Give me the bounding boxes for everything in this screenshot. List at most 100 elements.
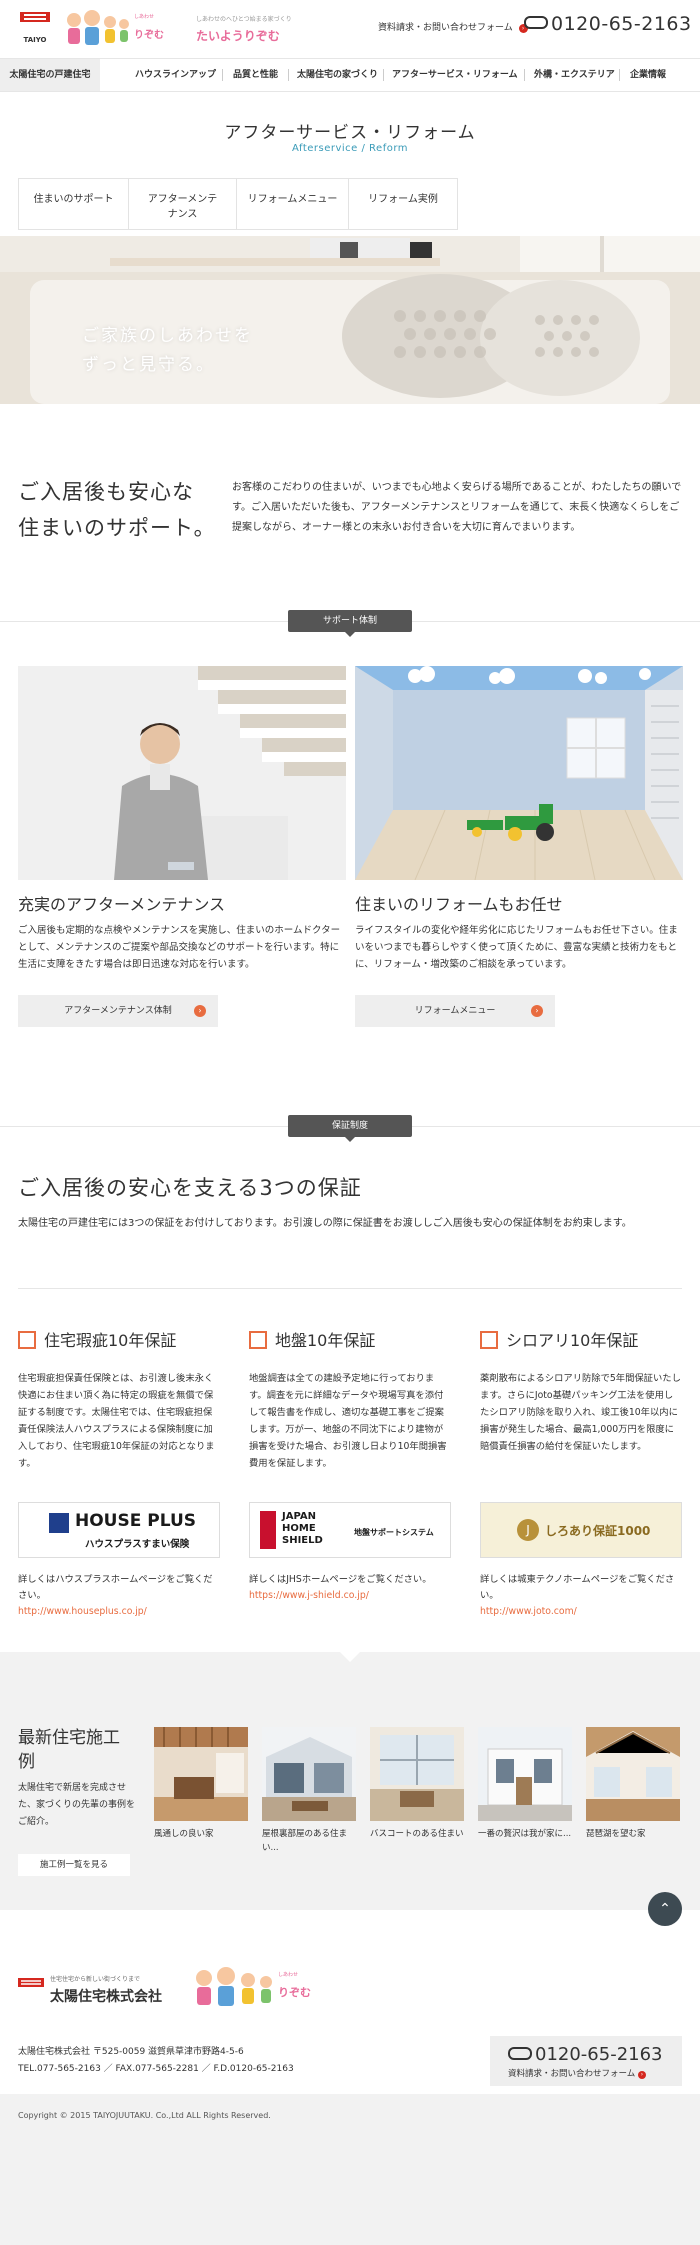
header-phone[interactable]: 0120-65-2163: [524, 13, 692, 35]
footer-mascots: しあわせ りぞむ: [190, 1962, 350, 2012]
inquiry-link-label: 資料請求・お問い合わせフォーム: [378, 23, 513, 33]
brand-badge: しあわせのへひとつ始まる家づくり たいようりぞむ: [196, 14, 316, 48]
gnav-item-exterior[interactable]: 外構・エクステリア: [534, 59, 615, 91]
footer-logo[interactable]: 住宅住宅から新しい街づくりまで 太陽住宅株式会社: [18, 1972, 168, 2008]
hero-copy: ご家族のしあわせを ずっと見守る。: [82, 322, 253, 380]
gnav-item-quality[interactable]: 品質と性能: [233, 59, 278, 91]
works-photo: [586, 1727, 680, 1821]
header-phone-number: 0120-65-2163: [551, 13, 692, 35]
warranty-heading: ご入居後の安心を支える3つの保証: [18, 1176, 362, 1200]
houseplus-banner-main: HOUSE PLUS: [75, 1511, 196, 1531]
jhs-banner[interactable]: JAPAN HOME SHIELD 地盤サポートシステム: [249, 1502, 451, 1558]
jhs-banner-main: JAPAN HOME SHIELD: [282, 1511, 323, 1546]
warranty-item-termite: シロアリ10年保証 薬剤散布によるシロアリ防除で5年間保証いたします。さらにJo…: [480, 1330, 682, 1620]
maintenance-body: ご入居後も定期的な点検やメンテナンスを実施し、住まいのホームドクターとして、メン…: [18, 925, 341, 970]
footer-phone-number: 0120-65-2163: [535, 2044, 663, 2065]
works-photo: [262, 1727, 356, 1821]
maintenance-title: 充実のアフターメンテナンス: [18, 895, 226, 914]
works-item[interactable]: バスコートのある住まい: [370, 1727, 464, 1841]
warranty-body: 太陽住宅の戸建住宅には3つの保証をお付けしております。お引渡しの際に保証書をお渡…: [18, 1218, 632, 1229]
works-list-button[interactable]: 施工例一覧を見る: [18, 1854, 130, 1876]
warranty-item-ground: 地盤10年保証 地盤調査は全ての建設予定地に行っております。調査を元に詳細なデー…: [249, 1330, 451, 1604]
intro-body: お客様のこだわりの住まいが、いつまでも心地よく安らげる場所であることが、わたした…: [232, 482, 682, 533]
arrow-right-icon: ›: [637, 2071, 646, 2079]
works-item[interactable]: 屋根裏部屋のある住まい...: [262, 1727, 356, 1855]
reform-menu-button-label: リフォームメニュー: [414, 1006, 496, 1016]
reform-menu-button[interactable]: リフォームメニュー ›: [355, 995, 555, 1027]
footer-inquiry-label: 資料請求・お問い合わせフォーム: [508, 2069, 636, 2079]
gnav-divider: [619, 69, 620, 81]
footer-address-line-2: TEL.077-565-2163 ／ FAX.077-565-2281 ／ F.…: [18, 2064, 294, 2074]
section-notch: [340, 1652, 360, 1662]
warranty-item-detail: 詳しくはJHSホームページをご覧ください。: [249, 1574, 432, 1585]
intro-heading-line-2: 住まいのサポート。: [18, 516, 216, 540]
houseplus-link[interactable]: http://www.houseplus.co.jp/: [18, 1604, 220, 1620]
local-nav-maintenance[interactable]: アフターメンテナンス: [129, 179, 237, 229]
gnav-item-afterservice[interactable]: アフターサービス・リフォーム: [392, 59, 518, 91]
gnav-divider: [288, 69, 289, 81]
gnav-divider: [524, 69, 525, 81]
warranty-item-title: シロアリ10年保証: [480, 1330, 682, 1354]
warranty-item-body: 住宅瑕疵担保責任保険とは、お引渡し後末永く快適にお住まい頂く為に特定の瑕疵を無償…: [18, 1373, 215, 1469]
maintenance-button[interactable]: アフターメンテナンス体制 ›: [18, 995, 218, 1027]
support-label: サポート体制: [288, 610, 412, 637]
footer-company-tag: 住宅住宅から新しい街づくりまで: [50, 1976, 141, 1983]
inquiry-link[interactable]: 資料請求・お問い合わせフォーム ›: [378, 20, 528, 33]
gnav-current[interactable]: 太陽住宅の戸建住宅: [0, 59, 100, 91]
hero-line-1: ご家族のしあわせを: [82, 326, 253, 346]
checkbox-square-icon: [18, 1330, 36, 1349]
local-nav-support[interactable]: 住まいのサポート: [19, 179, 129, 229]
works-item[interactable]: 一番の贅沢は我が家に...: [478, 1727, 572, 1841]
intro-heading-line-1: ご入居後も安心な: [18, 480, 194, 504]
warranty-title-text: 地盤10年保証: [275, 1331, 376, 1350]
joto-logo-icon: J: [517, 1519, 539, 1541]
back-to-top-button[interactable]: ⌃: [648, 1892, 682, 1926]
footer-company-name: 太陽住宅株式会社: [50, 1989, 162, 2005]
joto-banner[interactable]: J しろあり保証1000: [480, 1502, 682, 1558]
section-divider: [18, 1288, 682, 1289]
copyright-text: Copyright © 2015 TAIYOJUUTAKU. Co.,Ltd A…: [18, 2111, 271, 2120]
gnav-item-lineup[interactable]: ハウスラインアップ: [135, 59, 216, 91]
logo-text: TAIYO: [23, 36, 47, 44]
warranty-title-text: 住宅瑕疵10年保証: [44, 1331, 177, 1350]
jhs-banner-sub: 地盤サポートシステム: [354, 1528, 434, 1537]
joto-banner-main: しろあり保証1000: [545, 1524, 651, 1538]
free-dial-icon: [524, 16, 548, 29]
local-nav-reform-cases[interactable]: リフォーム実例: [349, 179, 457, 229]
intro-heading: ご入居後も安心な 住まいのサポート。: [18, 474, 216, 546]
chevron-up-icon: ⌃: [659, 1901, 671, 1917]
warranty-item-body: 薬剤散布によるシロアリ防除で5年間保証いたします。さらにJoto基礎パッキング工…: [480, 1373, 681, 1452]
house-icon: [49, 1513, 69, 1533]
warranty-title-text: シロアリ10年保証: [506, 1331, 639, 1350]
brand-name: たいようりぞむ: [196, 29, 280, 43]
works-caption: バスコートのある住まい: [370, 1829, 464, 1839]
warranty-item-defect: 住宅瑕疵10年保証 住宅瑕疵担保責任保険とは、お引渡し後末永く快適にお住まい頂く…: [18, 1330, 220, 1620]
checkbox-square-icon: [249, 1330, 267, 1349]
houseplus-banner[interactable]: HOUSE PLUS ハウスプラスすまい保険: [18, 1502, 220, 1558]
works-photo: [370, 1727, 464, 1821]
works-caption: 琵琶湖を望む家: [586, 1829, 646, 1839]
joto-link[interactable]: http://www.joto.com/: [480, 1604, 682, 1620]
reform-body: ライフスタイルの変化や経年劣化に応じたリフォームもお任せ下さい。住まいをいつまで…: [355, 925, 678, 970]
jhs-link[interactable]: https://www.j-shield.co.jp/: [249, 1588, 451, 1604]
works-item[interactable]: 風通しの良い家: [154, 1727, 248, 1841]
gnav-item-housebuilding[interactable]: 太陽住宅の家づくり: [297, 59, 378, 91]
free-dial-icon: [508, 2046, 532, 2060]
footer-phone: 0120-65-2163: [508, 2044, 682, 2065]
footer-contact-box[interactable]: 0120-65-2163 資料請求・お問い合わせフォーム ›: [490, 2036, 682, 2086]
works-caption: 一番の贅沢は我が家に...: [478, 1829, 572, 1839]
local-nav-reform-menu[interactable]: リフォームメニュー: [237, 179, 349, 229]
hero-line-2: ずっと見守る。: [82, 355, 215, 375]
gnav-item-company[interactable]: 企業情報: [630, 59, 666, 91]
brand-tagline: しあわせのへひとつ始まる家づくり: [196, 16, 292, 23]
footer-inquiry-link[interactable]: 資料請求・お問い合わせフォーム ›: [508, 2067, 682, 2079]
company-logo[interactable]: TAIYO: [18, 8, 52, 48]
warranty-item-detail: 詳しくはハウスプラスホームページをご覧ください。: [18, 1574, 213, 1601]
works-photo: [478, 1727, 572, 1821]
works-caption: 風通しの良い家: [154, 1829, 214, 1839]
global-nav: 太陽住宅の戸建住宅 ハウスラインアップ 品質と性能 太陽住宅の家づくり アフター…: [0, 58, 700, 92]
works-item[interactable]: 琵琶湖を望む家: [586, 1727, 680, 1841]
works-photo: [154, 1727, 248, 1821]
warranty-item-detail: 詳しくは城東テクノホームページをご覧ください。: [480, 1574, 675, 1601]
svg-text:りぞむ: りぞむ: [134, 29, 164, 41]
